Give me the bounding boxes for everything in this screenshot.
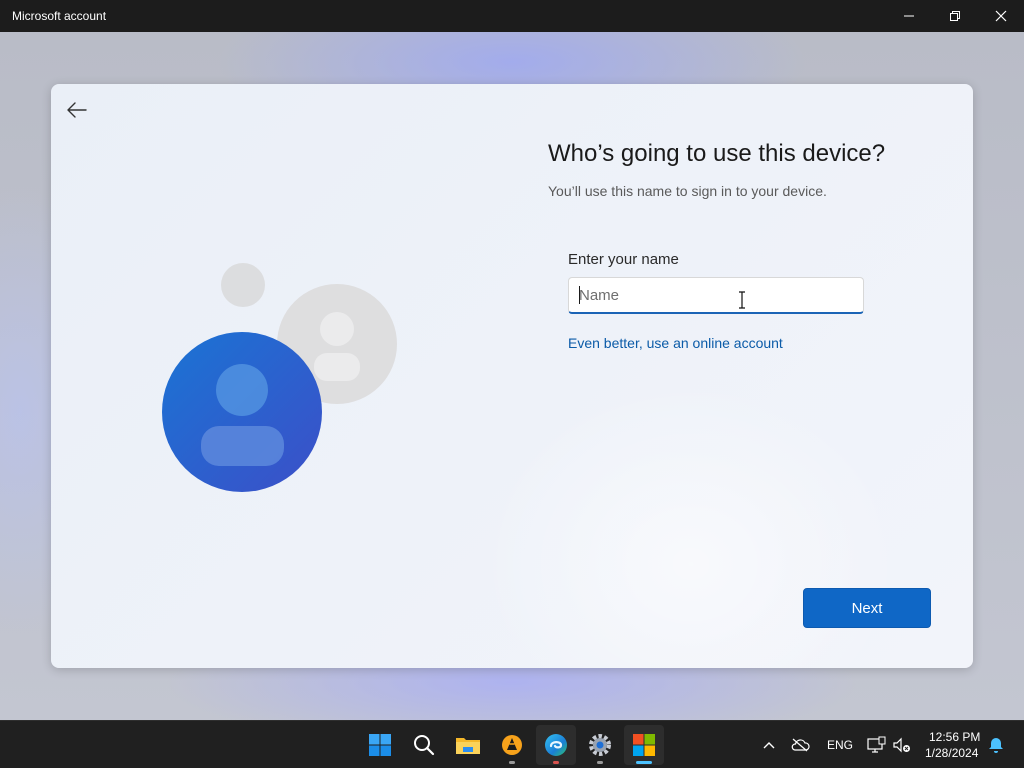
page-heading: Who’s going to use this device?: [548, 140, 886, 167]
volume-muted-icon: [893, 737, 910, 753]
close-button[interactable]: [978, 0, 1024, 32]
edge-icon: [545, 734, 567, 756]
file-explorer-icon: [456, 738, 480, 754]
settings-icon: [589, 734, 611, 756]
name-field-label: Enter your name: [568, 251, 679, 268]
network-icon: [867, 736, 886, 753]
back-arrow-icon: [67, 102, 87, 118]
running-indicator: [597, 761, 603, 764]
search-icon: [414, 735, 435, 756]
small-user-head-icon: [221, 263, 265, 307]
microsoft-store-icon: [633, 734, 655, 756]
start-button[interactable]: [360, 725, 400, 765]
clock-time[interactable]: 12:56 PM: [929, 730, 980, 744]
page-subheading: You’ll use this name to sign in to your …: [548, 183, 827, 199]
settings-button[interactable]: [580, 725, 620, 765]
notifications-button[interactable]: [985, 733, 1007, 757]
language-indicator[interactable]: ENG: [827, 738, 853, 752]
running-indicator: [509, 761, 515, 764]
bell-icon: [989, 738, 1003, 753]
ibeam-cursor-icon: [739, 291, 745, 309]
setup-card: Who’s going to use this device? You’ll u…: [51, 84, 973, 668]
restore-icon: [950, 11, 960, 21]
minimize-icon: [904, 15, 914, 17]
minimize-button[interactable]: [886, 0, 932, 32]
text-caret: [579, 286, 580, 304]
active-indicator: [636, 761, 652, 764]
window-title: Microsoft account: [12, 9, 107, 23]
next-button[interactable]: Next: [803, 588, 931, 628]
microsoft-store-button[interactable]: [624, 725, 664, 765]
taskbar: ENG 12:56 PM 1/28/2024: [0, 720, 1024, 768]
network-button[interactable]: [865, 733, 887, 757]
volume-button[interactable]: [891, 733, 913, 757]
close-icon: [995, 10, 1007, 22]
online-account-link[interactable]: Even better, use an online account: [568, 335, 783, 351]
file-explorer-button[interactable]: [448, 725, 488, 765]
user-illustration: [162, 263, 397, 492]
running-indicator: [553, 761, 559, 764]
title-bar: Microsoft account: [0, 0, 1024, 32]
restore-button[interactable]: [932, 0, 978, 32]
show-hidden-icons-button[interactable]: [758, 733, 780, 757]
chevron-up-icon: [763, 742, 775, 749]
vlc-icon: [502, 735, 522, 755]
name-input[interactable]: [568, 277, 864, 314]
cloud-offline-icon: [791, 738, 810, 752]
start-icon: [369, 734, 391, 756]
back-button[interactable]: [63, 96, 91, 124]
taskbar-search-button[interactable]: [404, 725, 444, 765]
edge-button[interactable]: [536, 725, 576, 765]
onedrive-button[interactable]: [789, 733, 811, 757]
vlc-button[interactable]: [492, 725, 532, 765]
clock-date[interactable]: 1/28/2024: [925, 746, 978, 760]
